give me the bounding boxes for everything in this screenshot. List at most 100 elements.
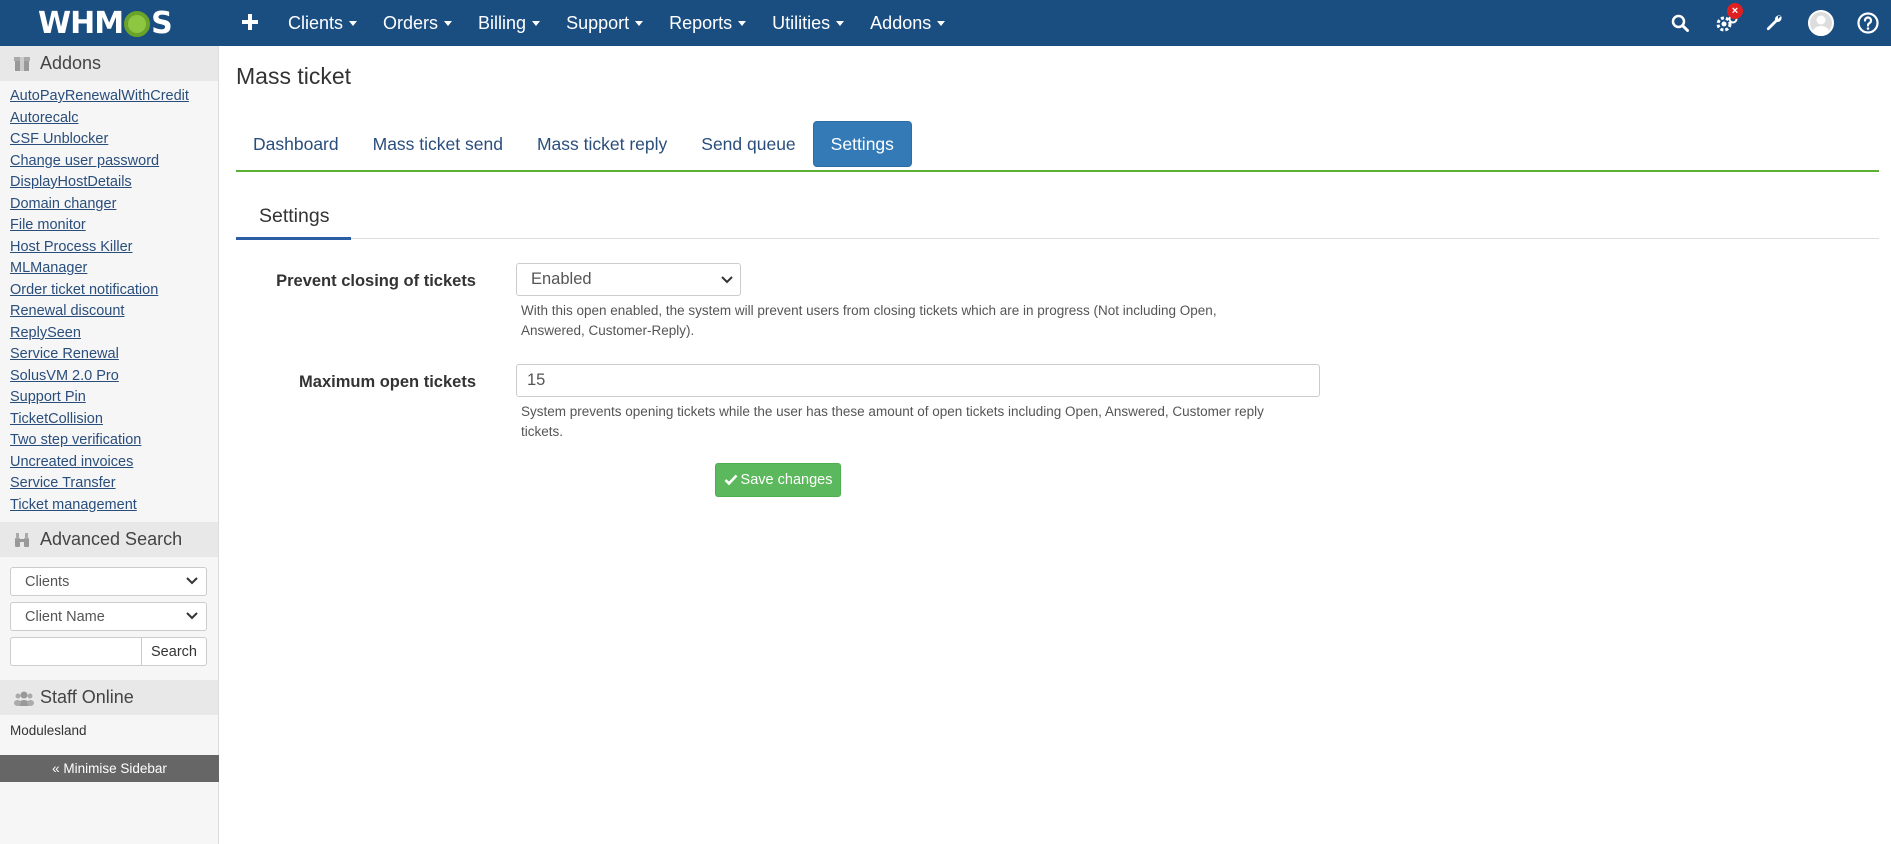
addon-link[interactable]: Service Transfer (10, 473, 218, 495)
minimise-sidebar-button[interactable]: « Minimise Sidebar (0, 755, 219, 782)
main-menu: Clients Orders Billing Support Reports U… (275, 0, 958, 46)
save-changes-label: Save changes (740, 472, 833, 488)
addon-link[interactable]: Ticket management (10, 495, 218, 517)
sidebar: Addons AutoPayRenewalWithCredit Autoreca… (0, 46, 219, 844)
nav-support-label: Support (566, 12, 630, 33)
addon-link[interactable]: TicketCollision (10, 409, 218, 431)
search-input[interactable] (10, 637, 141, 666)
whmcs-logo[interactable]: WHM S (0, 0, 210, 46)
users-icon (14, 690, 34, 708)
addon-link[interactable]: Change user password (10, 151, 218, 173)
addon-link[interactable]: AutoPayRenewalWithCredit (10, 86, 218, 108)
caret-down-icon (836, 20, 845, 26)
search-icon[interactable] (1656, 0, 1703, 46)
addon-link[interactable]: Host Process Killer (10, 237, 218, 259)
addons-list: AutoPayRenewalWithCredit Autorecalc CSF … (0, 81, 218, 522)
prevent-closing-help: With this open enabled, the system will … (521, 301, 1217, 340)
tab-settings[interactable]: Settings (812, 121, 912, 167)
staff-online-header: Staff Online (0, 680, 218, 715)
nav-reports-label: Reports (669, 12, 733, 33)
addon-link[interactable]: Service Renewal (10, 344, 218, 366)
nav-billing-label: Billing (478, 12, 527, 33)
check-icon (724, 474, 737, 486)
tab-mass-ticket-reply[interactable]: Mass ticket reply (520, 121, 684, 167)
main-content: Mass ticket Dashboard Mass ticket send M… (236, 46, 1879, 529)
addon-link[interactable]: ReplySeen (10, 323, 218, 345)
caret-down-icon (444, 20, 453, 26)
notification-badge[interactable]: × (1727, 3, 1743, 19)
page-title: Mass ticket (236, 63, 352, 89)
chevron-down-icon (186, 612, 198, 620)
max-open-input[interactable] (516, 364, 1320, 397)
subtab-settings[interactable]: Settings (236, 200, 351, 240)
plus-icon[interactable] (225, 9, 275, 37)
prevent-closing-label: Prevent closing of tickets (276, 272, 476, 290)
staff-online-name: Modulesland (10, 723, 87, 738)
logo-text-end: S (151, 5, 173, 41)
advanced-search-title: Advanced Search (40, 529, 183, 549)
addon-link[interactable]: Autorecalc (10, 108, 218, 130)
addon-link[interactable]: Two step verification (10, 430, 218, 452)
nav-support[interactable]: Support (553, 0, 656, 46)
addon-link[interactable]: DisplayHostDetails (10, 172, 218, 194)
search-field-value: Client Name (25, 608, 105, 625)
wrench-icon[interactable] (1750, 0, 1797, 46)
nav-orders[interactable]: Orders (370, 0, 465, 46)
nav-orders-label: Orders (383, 12, 439, 33)
search-field-select[interactable]: Client Name (10, 602, 207, 631)
addon-link[interactable]: CSF Unblocker (10, 129, 218, 151)
caret-down-icon (349, 20, 358, 26)
chevron-down-icon (721, 276, 733, 284)
addon-link[interactable]: SolusVM 2.0 Pro (10, 366, 218, 388)
caret-down-icon (532, 20, 541, 26)
gears-icon[interactable]: × (1703, 0, 1750, 46)
addons-title: Addons (40, 53, 102, 73)
max-open-help: System prevents opening tickets while th… (521, 402, 1264, 441)
avatar (1807, 10, 1834, 36)
search-type-value: Clients (25, 573, 70, 590)
max-open-help-line1: System prevents opening tickets while th… (521, 404, 1264, 419)
help-icon[interactable] (1844, 0, 1891, 46)
search-type-select[interactable]: Clients (10, 567, 207, 596)
nav-clients-label: Clients (288, 12, 344, 33)
prevent-closing-help-line2: Answered, Customer-Reply). (521, 322, 695, 338)
addon-link[interactable]: Domain changer (10, 194, 218, 216)
addon-link[interactable]: Order ticket notification (10, 280, 218, 302)
search-button[interactable]: Search (141, 637, 207, 666)
caret-down-icon (635, 20, 644, 26)
max-open-help-line2: tickets. (521, 423, 564, 439)
logo-gear-icon (124, 11, 151, 37)
advanced-search-header: Advanced Search (0, 522, 218, 557)
nav-utilities[interactable]: Utilities (759, 0, 857, 46)
settings-subtab-bar: Settings (236, 199, 1879, 240)
addon-link[interactable]: MLManager (10, 258, 218, 280)
nav-utilities-label: Utilities (772, 12, 831, 33)
form-area: Prevent closing of tickets Enabled With … (236, 239, 1879, 529)
addon-link[interactable]: File monitor (10, 215, 218, 237)
save-changes-button[interactable]: Save changes (715, 463, 841, 497)
addon-link[interactable]: Uncreated invoices (10, 452, 218, 474)
top-navbar: WHM S Clients Orders Billing Support Repo… (0, 0, 1891, 46)
staff-online-title: Staff Online (40, 687, 134, 707)
prevent-closing-value: Enabled (531, 270, 592, 288)
search-row: Search (10, 637, 208, 666)
tab-dashboard[interactable]: Dashboard (236, 121, 356, 167)
chevron-down-icon (186, 577, 198, 585)
addons-header: Addons (0, 46, 218, 81)
prevent-closing-select[interactable]: Enabled (516, 263, 741, 296)
addon-link[interactable]: Support Pin (10, 387, 218, 409)
tab-send-queue[interactable]: Send queue (684, 121, 812, 167)
nav-billing[interactable]: Billing (465, 0, 553, 46)
caret-down-icon (937, 20, 946, 26)
nav-reports[interactable]: Reports (656, 0, 759, 46)
tab-mass-ticket-send[interactable]: Mass ticket send (356, 121, 520, 167)
nav-addons[interactable]: Addons (857, 0, 958, 46)
user-avatar[interactable] (1797, 0, 1844, 46)
caret-down-icon (738, 20, 747, 26)
addon-link[interactable]: Renewal discount (10, 301, 218, 323)
module-tabs: Dashboard Mass ticket send Mass ticket r… (236, 121, 1879, 172)
max-open-label: Maximum open tickets (299, 373, 476, 391)
nav-addons-label: Addons (870, 12, 932, 33)
binoculars-icon (14, 532, 30, 548)
nav-clients[interactable]: Clients (275, 0, 370, 46)
